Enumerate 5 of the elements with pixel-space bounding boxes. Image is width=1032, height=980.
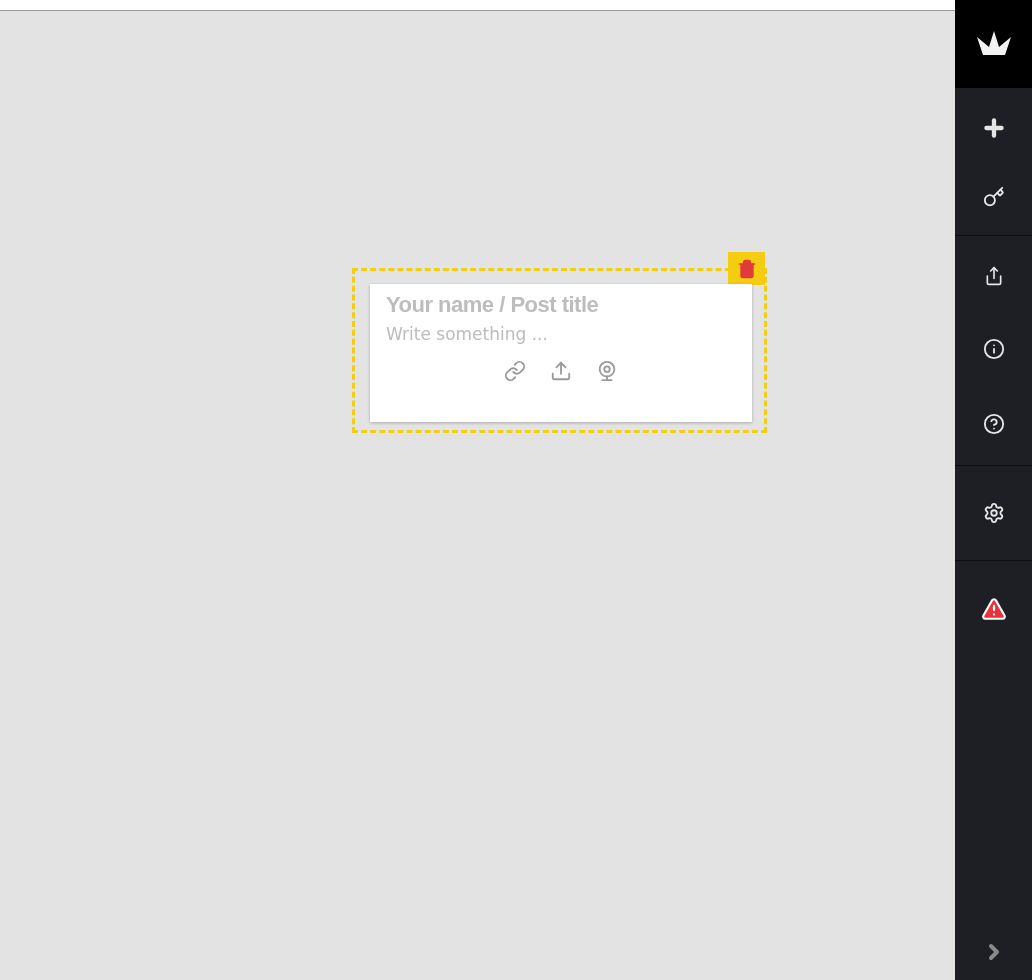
trash-icon [736,258,757,279]
link-icon[interactable] [504,360,526,382]
webcam-icon[interactable] [596,360,618,382]
upload-icon[interactable] [550,360,572,382]
delete-button[interactable] [728,252,765,285]
